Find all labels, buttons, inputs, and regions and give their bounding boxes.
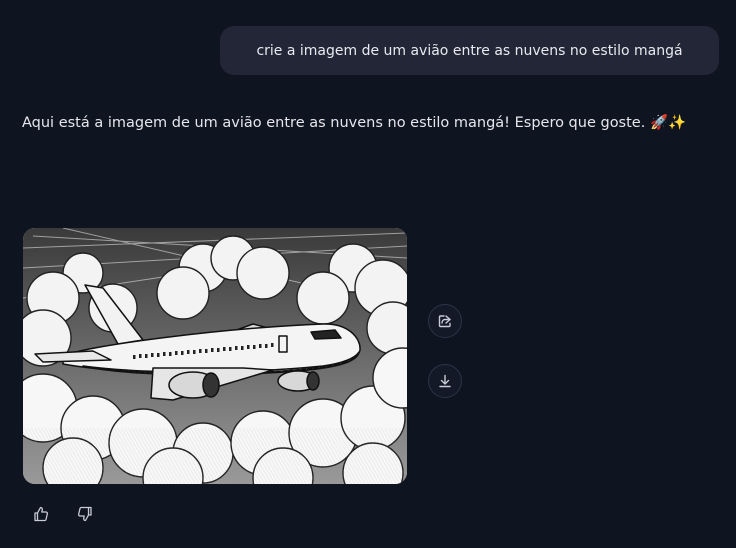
like-button[interactable] (29, 502, 53, 526)
user-message-text: crie a imagem de um avião entre as nuven… (256, 42, 683, 59)
manga-airplane-image (23, 228, 407, 484)
share-icon (438, 315, 451, 328)
thumbs-down-icon (77, 506, 92, 522)
share-image-button[interactable] (428, 304, 462, 338)
download-icon (439, 374, 451, 388)
dislike-button[interactable] (73, 502, 97, 526)
assistant-message-text: Aqui está a imagem de um avião entre as … (22, 115, 687, 131)
generated-image[interactable] (23, 228, 407, 484)
thumbs-up-icon (34, 506, 49, 522)
download-image-button[interactable] (428, 364, 462, 398)
user-message-bubble: crie a imagem de um avião entre as nuven… (220, 26, 719, 75)
chat-page: crie a imagem de um avião entre as nuven… (0, 0, 736, 548)
